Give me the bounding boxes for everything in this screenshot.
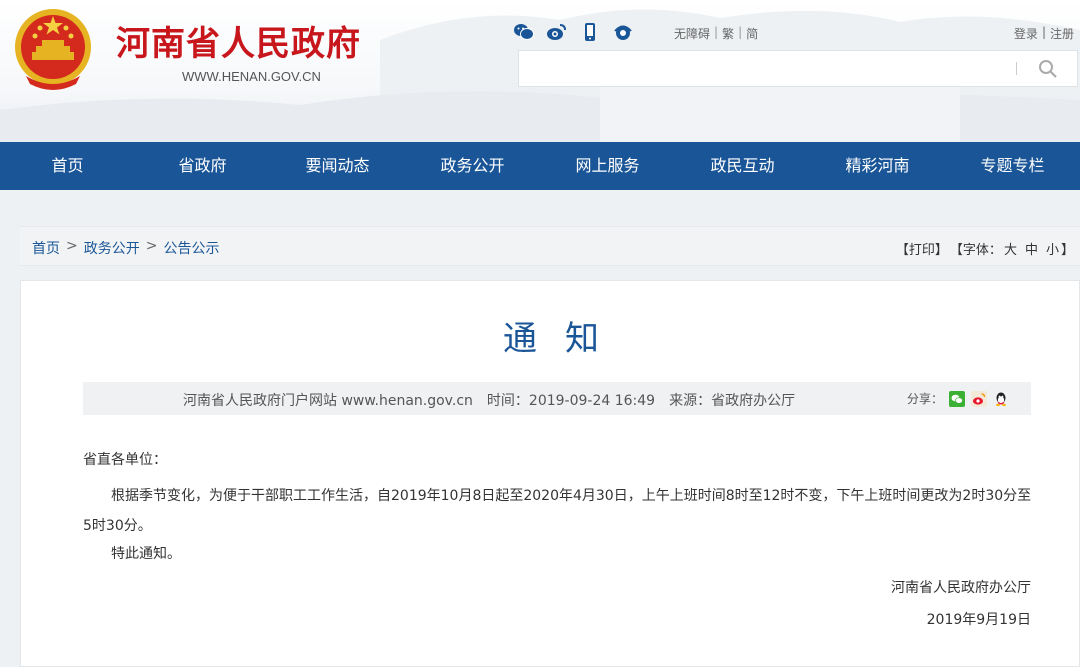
- separator: |: [714, 25, 719, 39]
- breadcrumb-separator: >: [66, 238, 78, 254]
- breadcrumb: 首页 > 政务公开 > 公告公示: [32, 238, 219, 258]
- wechat-share-icon[interactable]: [949, 390, 965, 407]
- search-icon: [1039, 60, 1057, 78]
- nav-item-henan-highlights[interactable]: 精彩河南: [810, 142, 945, 190]
- site-header: 河南省人民政府 WWW.HENAN.GOV.CN 无障碍 | 繁 | 简 登录 …: [0, 0, 1080, 142]
- nav-item-interaction[interactable]: 政民互动: [675, 142, 810, 190]
- social-icons: [513, 22, 634, 42]
- simplified-chinese-link[interactable]: 简: [746, 25, 758, 42]
- article-salutation: 省直各单位：: [83, 452, 167, 468]
- nav-item-government-affairs[interactable]: 政务公开: [405, 142, 540, 190]
- font-small-button[interactable]: 小: [1046, 239, 1059, 258]
- auth-links: 登录 | 注册: [1014, 25, 1074, 42]
- separator: |: [738, 25, 743, 39]
- weibo-share-icon[interactable]: [971, 390, 987, 407]
- font-size-close: 】: [1060, 243, 1074, 258]
- login-link[interactable]: 登录: [1014, 25, 1038, 42]
- accessibility-link[interactable]: 无障碍: [674, 25, 710, 42]
- register-link[interactable]: 注册: [1050, 25, 1074, 42]
- national-emblem-logo: [15, 9, 91, 90]
- breadcrumb-home[interactable]: 首页: [32, 238, 60, 258]
- breadcrumb-bar: 首页 > 政务公开 > 公告公示 【打印】 【字体： 大 中 小 】: [20, 226, 1080, 266]
- main-nav: 首页 省政府 要闻动态 政务公开 网上服务 政民互动 精彩河南 专题专栏: [0, 142, 1080, 190]
- nav-item-news[interactable]: 要闻动态: [270, 142, 405, 190]
- qq-share-icon[interactable]: [993, 391, 1009, 407]
- breadcrumb-separator: >: [145, 238, 158, 254]
- article-meta: 河南省人民政府门户网站 www.henan.gov.cn 时间：2019-09-…: [183, 390, 795, 410]
- breadcrumb-announcements[interactable]: 公告公示: [163, 238, 219, 258]
- meta-source-site: 河南省人民政府门户网站 www.henan.gov.cn: [183, 393, 473, 409]
- site-url: WWW.HENAN.GOV.CN: [182, 69, 321, 84]
- print-button[interactable]: 【打印】: [896, 239, 948, 258]
- search-button[interactable]: [1037, 58, 1059, 80]
- weibo-icon[interactable]: [546, 22, 568, 42]
- article-meta-bar: 河南省人民政府门户网站 www.henan.gov.cn 时间：2019-09-…: [83, 382, 1031, 415]
- font-size-label: 【字体：: [949, 243, 1002, 258]
- nav-item-special-topics[interactable]: 专题专栏: [945, 142, 1080, 190]
- font-large-button[interactable]: 大: [1004, 239, 1017, 258]
- article-paragraph: 根据季节变化，为便于干部职工工作生活，自2019年10月8日起至2020年4月3…: [83, 488, 1032, 534]
- breadcrumb-government-affairs[interactable]: 政务公开: [84, 238, 140, 258]
- separator: |: [1041, 25, 1046, 39]
- app-icon[interactable]: [612, 22, 634, 42]
- article-closing: 特此通知。: [111, 546, 181, 562]
- search-divider: [1016, 62, 1017, 75]
- wechat-icon[interactable]: [513, 22, 535, 42]
- accessibility-links: 无障碍 | 繁 | 简: [674, 25, 758, 42]
- search-input[interactable]: [519, 51, 1014, 86]
- nav-item-provincial-government[interactable]: 省政府: [135, 142, 270, 190]
- signature-date: 2019年9月19日: [926, 612, 1031, 628]
- search-box: [518, 50, 1078, 87]
- mobile-icon[interactable]: [579, 22, 601, 42]
- article-container: 通知 河南省人民政府门户网站 www.henan.gov.cn 时间：2019-…: [20, 280, 1080, 667]
- share-label: 分享：: [906, 392, 943, 406]
- article-tools: 【打印】 【字体： 大 中 小 】: [896, 239, 1074, 258]
- signature-organization: 河南省人民政府办公厅: [891, 580, 1031, 596]
- meta-origin: 来源：省政府办公厅: [669, 393, 796, 409]
- nav-item-home[interactable]: 首页: [0, 142, 135, 190]
- meta-time: 时间：2019-09-24 16:49: [486, 393, 656, 409]
- site-title[interactable]: 河南省人民政府: [116, 16, 361, 65]
- article-title: 通知: [503, 319, 627, 359]
- traditional-chinese-link[interactable]: 繁: [722, 25, 734, 42]
- share-bar: 分享：: [907, 390, 1009, 407]
- nav-item-online-services[interactable]: 网上服务: [540, 142, 675, 190]
- font-medium-button[interactable]: 中: [1025, 239, 1038, 258]
